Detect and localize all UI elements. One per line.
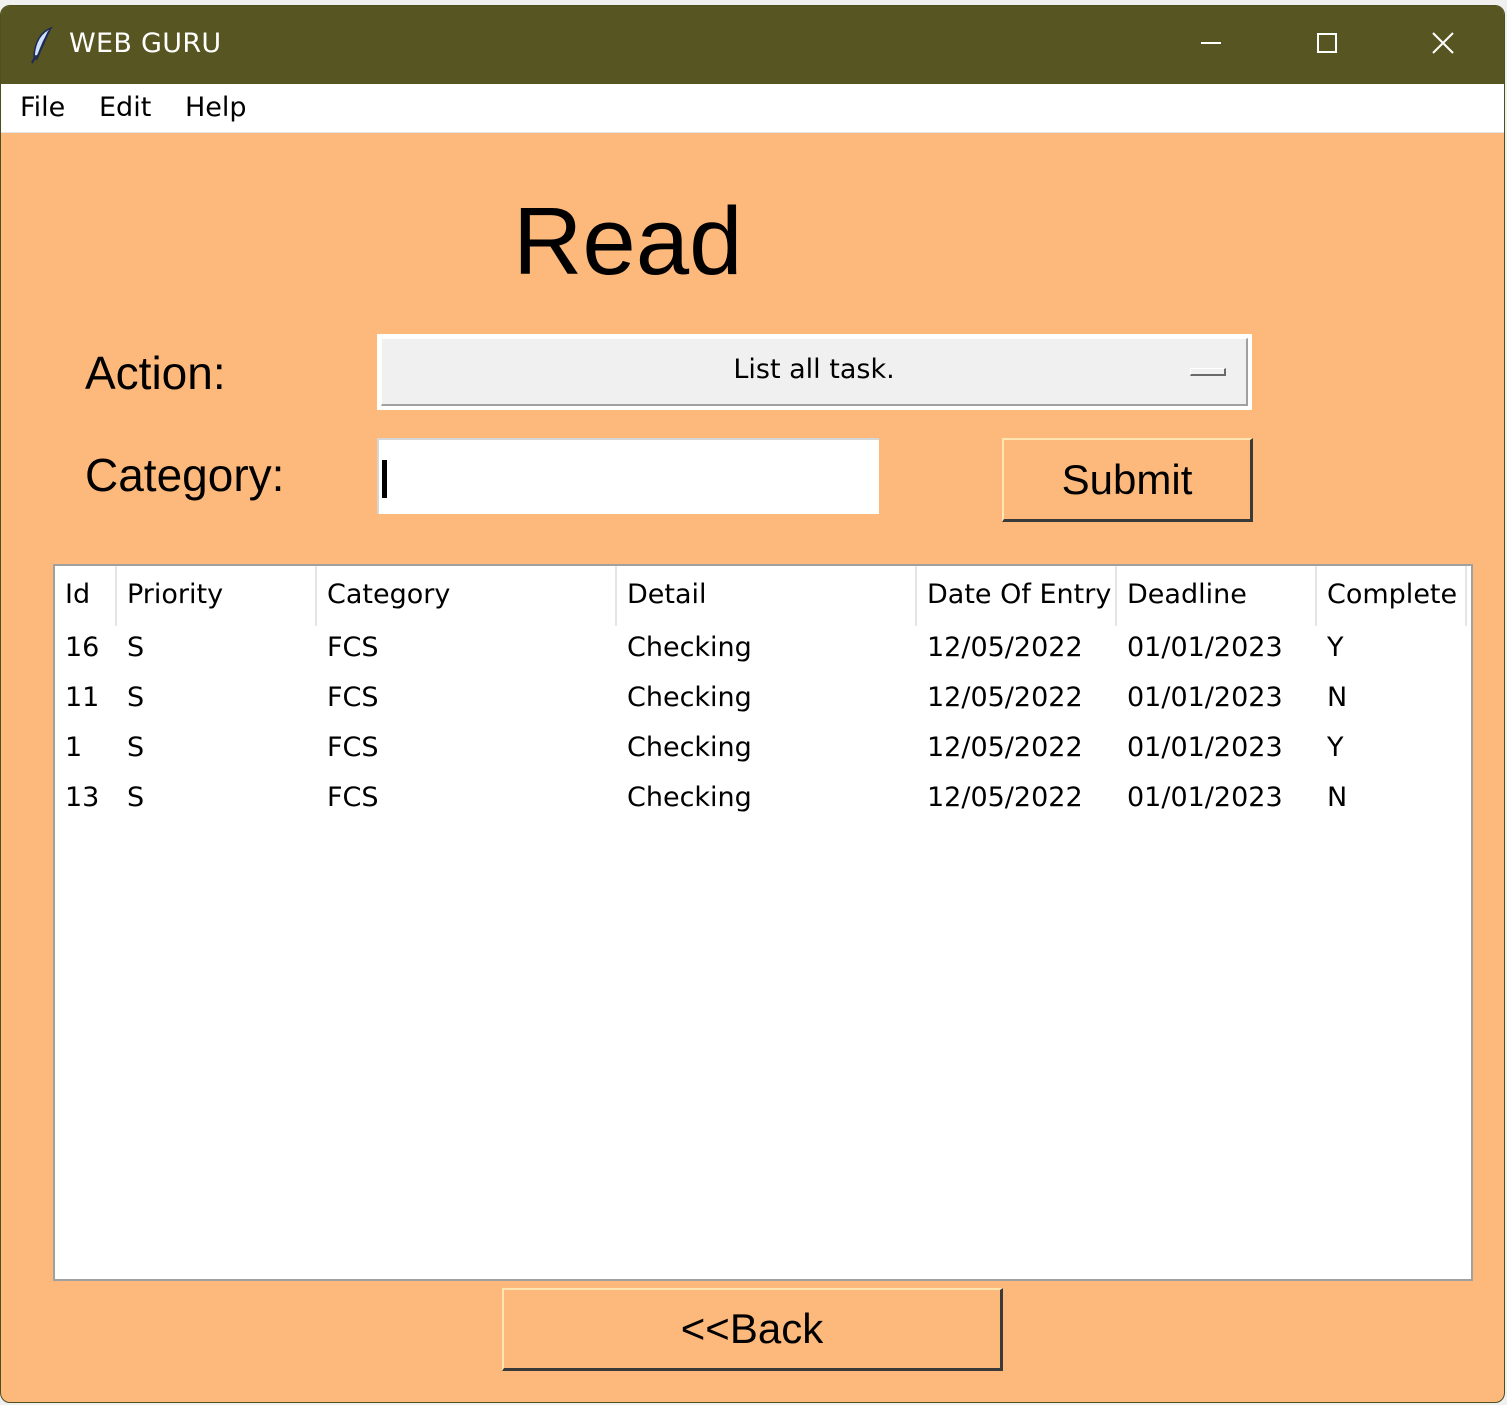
table-row[interactable]: 13 S FCS Checking 12/05/2022 01/01/2023 N bbox=[55, 776, 1469, 826]
action-dropdown-value: List all task. bbox=[733, 354, 895, 385]
menu-edit[interactable]: Edit bbox=[99, 92, 151, 123]
option-menu-indicator-icon bbox=[1190, 368, 1226, 376]
menu-file[interactable]: File bbox=[20, 92, 65, 123]
window-title: WEB GURU bbox=[69, 28, 222, 59]
column-header-detail[interactable]: Detail bbox=[617, 566, 917, 626]
close-icon bbox=[1431, 31, 1455, 60]
cell-deadline: 01/01/2023 bbox=[1127, 782, 1283, 813]
table-header: Id Priority Category Detail Date Of Entr… bbox=[55, 566, 1469, 626]
cell-complete: N bbox=[1327, 682, 1348, 713]
cell-detail: Checking bbox=[627, 782, 752, 813]
column-header-deadline[interactable]: Deadline bbox=[1117, 566, 1317, 626]
task-table[interactable]: Id Priority Category Detail Date Of Entr… bbox=[53, 564, 1473, 1281]
cell-deadline: 01/01/2023 bbox=[1127, 682, 1283, 713]
title-bar[interactable]: WEB GURU bbox=[1, 6, 1504, 84]
cell-priority: S bbox=[127, 782, 145, 813]
table-row[interactable]: 16 S FCS Checking 12/05/2022 01/01/2023 Y bbox=[55, 626, 1469, 676]
cell-category: FCS bbox=[327, 682, 379, 713]
cell-detail: Checking bbox=[627, 682, 752, 713]
close-button[interactable] bbox=[1385, 6, 1501, 84]
column-header-priority[interactable]: Priority bbox=[117, 566, 317, 626]
text-caret bbox=[382, 460, 387, 498]
cell-complete: Y bbox=[1327, 732, 1344, 763]
cell-category: FCS bbox=[327, 732, 379, 763]
maximize-button[interactable] bbox=[1269, 6, 1385, 84]
cell-id: 13 bbox=[65, 782, 100, 813]
menu-bar: File Edit Help bbox=[1, 84, 1504, 133]
cell-date-of-entry: 12/05/2022 bbox=[927, 732, 1083, 763]
column-header-date-of-entry[interactable]: Date Of Entry bbox=[917, 566, 1117, 626]
cell-deadline: 01/01/2023 bbox=[1127, 632, 1283, 663]
column-header-category[interactable]: Category bbox=[317, 566, 617, 626]
submit-button[interactable]: Submit bbox=[1002, 438, 1253, 522]
action-dropdown[interactable]: List all task. bbox=[377, 334, 1252, 410]
cell-priority: S bbox=[127, 682, 145, 713]
column-header-complete[interactable]: Complete bbox=[1317, 566, 1467, 626]
feather-icon bbox=[29, 26, 55, 64]
cell-category: FCS bbox=[327, 632, 379, 663]
cell-id: 11 bbox=[65, 682, 100, 713]
app-window: WEB GURU File Edit Help Read Action: Lis… bbox=[0, 5, 1505, 1403]
action-dropdown-button[interactable]: List all task. bbox=[381, 338, 1248, 406]
cell-priority: S bbox=[127, 732, 145, 763]
cell-id: 1 bbox=[65, 732, 83, 763]
maximize-icon bbox=[1315, 31, 1339, 60]
cell-date-of-entry: 12/05/2022 bbox=[927, 782, 1083, 813]
category-label: Category: bbox=[85, 449, 285, 501]
action-label: Action: bbox=[85, 347, 226, 399]
cell-complete: Y bbox=[1327, 632, 1344, 663]
back-button[interactable]: <<Back bbox=[502, 1288, 1003, 1371]
cell-detail: Checking bbox=[627, 632, 752, 663]
column-header-id[interactable]: Id bbox=[55, 566, 117, 626]
minimize-icon bbox=[1199, 31, 1223, 60]
cell-priority: S bbox=[127, 632, 145, 663]
cell-id: 16 bbox=[65, 632, 100, 663]
cell-category: FCS bbox=[327, 782, 379, 813]
cell-date-of-entry: 12/05/2022 bbox=[927, 632, 1083, 663]
menu-help[interactable]: Help bbox=[185, 92, 247, 123]
page-title: Read bbox=[513, 188, 743, 295]
cell-deadline: 01/01/2023 bbox=[1127, 732, 1283, 763]
table-row[interactable]: 1 S FCS Checking 12/05/2022 01/01/2023 Y bbox=[55, 726, 1469, 776]
cell-complete: N bbox=[1327, 782, 1348, 813]
table-row[interactable]: 11 S FCS Checking 12/05/2022 01/01/2023 N bbox=[55, 676, 1469, 726]
cell-date-of-entry: 12/05/2022 bbox=[927, 682, 1083, 713]
minimize-button[interactable] bbox=[1153, 6, 1269, 84]
category-input[interactable] bbox=[377, 438, 879, 514]
cell-detail: Checking bbox=[627, 732, 752, 763]
